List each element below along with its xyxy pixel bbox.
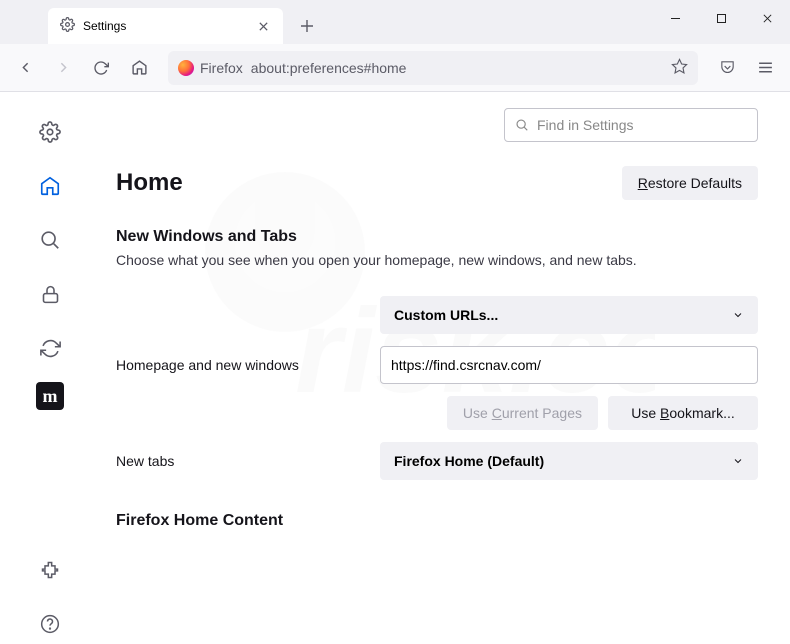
- window-controls: [652, 0, 790, 36]
- new-tab-button[interactable]: [291, 10, 323, 42]
- search-placeholder: Find in Settings: [537, 117, 634, 133]
- use-current-pages-button: Use Current Pages: [447, 396, 598, 430]
- identity-label: Firefox: [200, 60, 243, 76]
- homepage-mode-dropdown[interactable]: Custom URLs...: [380, 296, 758, 334]
- page-title: Home: [116, 169, 183, 197]
- homepage-url-input[interactable]: [380, 346, 758, 384]
- menu-button[interactable]: [748, 51, 782, 85]
- back-button[interactable]: [8, 51, 42, 85]
- url-bar[interactable]: Firefox about:preferences#home: [168, 51, 698, 85]
- minimize-button[interactable]: [652, 0, 698, 36]
- url-text: about:preferences#home: [251, 60, 407, 76]
- gear-icon: [60, 17, 75, 35]
- close-window-button[interactable]: [744, 0, 790, 36]
- sidebar-privacy-icon[interactable]: [30, 274, 70, 314]
- sidebar-general-icon[interactable]: [30, 112, 70, 152]
- homepage-label: Homepage and new windows: [116, 357, 366, 373]
- close-tab-button[interactable]: [255, 18, 271, 34]
- dropdown-value: Custom URLs...: [394, 307, 498, 323]
- maximize-button[interactable]: [698, 0, 744, 36]
- sidebar-sync-icon[interactable]: [30, 328, 70, 368]
- section-subtitle: Choose what you see when you open your h…: [116, 252, 758, 268]
- sidebar-extensions-icon[interactable]: [30, 550, 70, 590]
- settings-main: Find in Settings Home Restore Defaults N…: [100, 92, 790, 644]
- tab-title: Settings: [83, 19, 126, 33]
- dropdown-value: Firefox Home (Default): [394, 453, 544, 469]
- sidebar-home-icon[interactable]: [30, 166, 70, 206]
- titlebar: Settings: [0, 0, 790, 44]
- use-bookmark-button[interactable]: Use Bookmark...: [608, 396, 758, 430]
- sidebar-search-icon[interactable]: [30, 220, 70, 260]
- home-button[interactable]: [122, 51, 156, 85]
- bookmark-star-icon[interactable]: [671, 58, 688, 78]
- chevron-down-icon: [732, 455, 744, 467]
- section-heading-new-windows: New Windows and Tabs: [116, 228, 758, 246]
- settings-sidebar: m: [0, 92, 100, 644]
- search-icon: [515, 118, 529, 132]
- sidebar-more-icon[interactable]: m: [36, 382, 64, 410]
- restore-defaults-button[interactable]: Restore Defaults: [622, 166, 758, 200]
- browser-toolbar: Firefox about:preferences#home: [0, 44, 790, 92]
- reload-button[interactable]: [84, 51, 118, 85]
- newtabs-label: New tabs: [116, 453, 366, 469]
- search-settings-input[interactable]: Find in Settings: [504, 108, 758, 142]
- section-heading-home-content: Firefox Home Content: [116, 512, 758, 530]
- sidebar-help-icon[interactable]: [30, 604, 70, 644]
- browser-tab-active[interactable]: Settings: [48, 8, 283, 44]
- firefox-icon: [178, 60, 194, 76]
- pocket-button[interactable]: [710, 51, 744, 85]
- newtabs-dropdown[interactable]: Firefox Home (Default): [380, 442, 758, 480]
- site-identity[interactable]: Firefox: [178, 60, 243, 76]
- chevron-down-icon: [732, 309, 744, 321]
- forward-button: [46, 51, 80, 85]
